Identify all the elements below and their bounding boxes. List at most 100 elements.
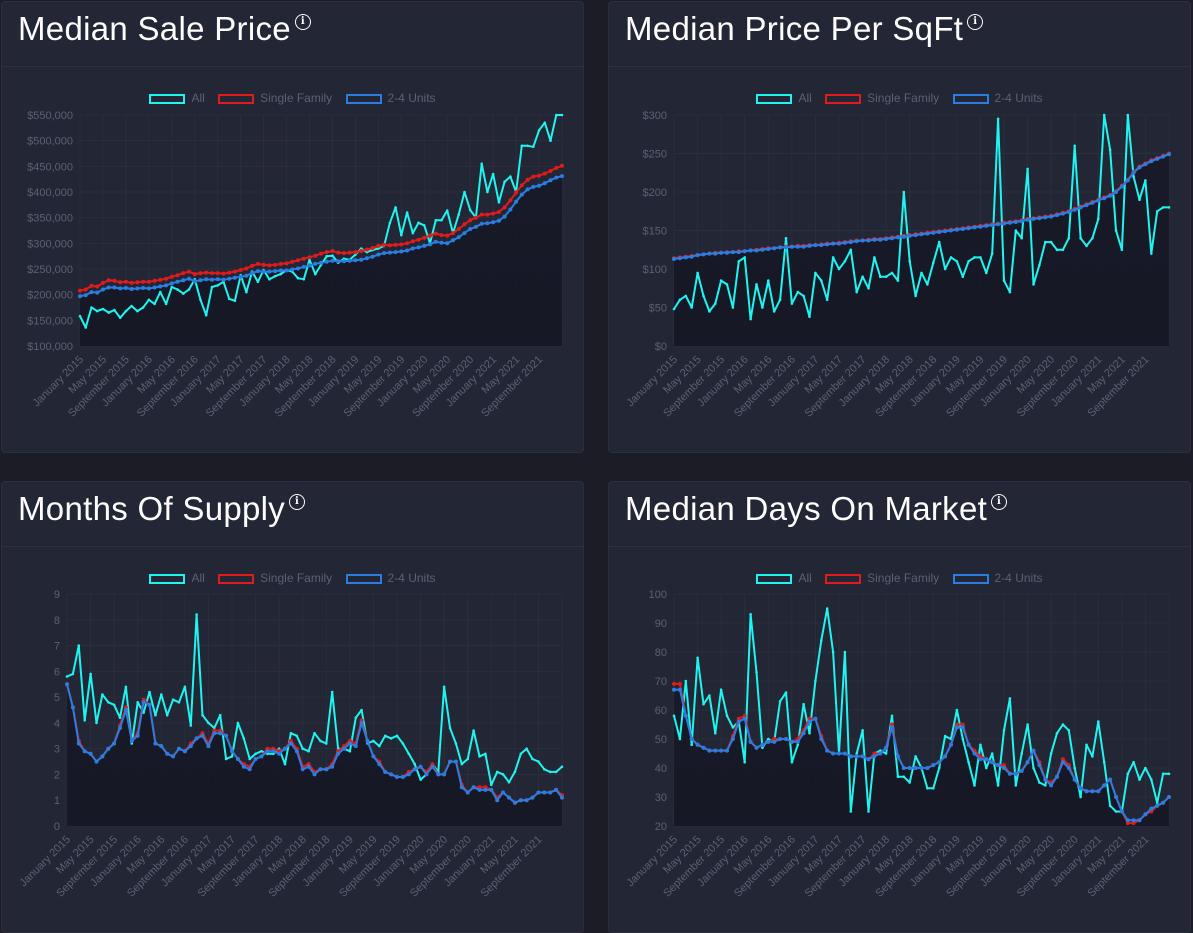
data-point[interactable] [926, 283, 929, 286]
data-point[interactable] [943, 229, 948, 234]
data-point[interactable] [843, 650, 847, 654]
data-point[interactable] [503, 180, 506, 183]
data-point[interactable] [920, 271, 923, 275]
data-point[interactable] [967, 760, 970, 764]
data-point[interactable] [254, 752, 257, 756]
data-point[interactable] [1002, 221, 1006, 226]
data-point[interactable] [707, 251, 712, 256]
data-point[interactable] [473, 224, 478, 229]
data-point[interactable] [954, 725, 959, 730]
data-point[interactable] [165, 713, 169, 717]
data-point[interactable] [831, 256, 835, 259]
data-point[interactable] [708, 310, 711, 313]
data-point[interactable] [364, 256, 369, 261]
data-point[interactable] [996, 222, 1001, 227]
data-point[interactable] [554, 787, 559, 792]
data-point[interactable] [204, 313, 208, 317]
data-point[interactable] [491, 220, 496, 225]
data-point[interactable] [405, 248, 410, 253]
data-point[interactable] [1043, 777, 1048, 782]
data-point[interactable] [966, 226, 971, 231]
data-point[interactable] [463, 190, 466, 194]
data-point[interactable] [395, 775, 399, 779]
data-point[interactable] [749, 317, 752, 321]
data-point[interactable] [300, 767, 305, 772]
data-point[interactable] [961, 275, 965, 279]
data-point[interactable] [189, 724, 193, 727]
data-point[interactable] [370, 246, 375, 250]
data-point[interactable] [70, 705, 75, 710]
data-point[interactable] [433, 231, 438, 236]
data-point[interactable] [82, 749, 87, 754]
data-point[interactable] [484, 752, 487, 756]
data-point[interactable] [1072, 207, 1077, 212]
data-point[interactable] [1085, 743, 1088, 747]
data-point[interactable] [525, 747, 528, 750]
data-point[interactable] [330, 690, 334, 694]
data-point[interactable] [466, 757, 470, 761]
data-point[interactable] [867, 287, 870, 290]
data-point[interactable] [354, 716, 358, 719]
data-point[interactable] [376, 243, 381, 248]
data-point[interactable] [913, 233, 918, 238]
data-point[interactable] [1167, 206, 1171, 209]
data-point[interactable] [1049, 752, 1053, 755]
data-point[interactable] [268, 278, 271, 281]
data-point[interactable] [713, 251, 718, 256]
data-point[interactable] [525, 187, 530, 192]
data-point[interactable] [136, 701, 139, 704]
data-point[interactable] [347, 250, 352, 255]
data-point[interactable] [453, 759, 458, 764]
data-point[interactable] [914, 294, 917, 298]
data-point[interactable] [485, 221, 490, 226]
data-point[interactable] [743, 760, 746, 764]
data-point[interactable] [136, 309, 139, 313]
data-point[interactable] [1090, 789, 1095, 794]
data-point[interactable] [1073, 766, 1076, 770]
data-point[interactable] [372, 739, 375, 743]
data-point[interactable] [937, 240, 941, 244]
data-point[interactable] [549, 139, 552, 142]
data-point[interactable] [1114, 795, 1118, 799]
data-point[interactable] [714, 302, 717, 305]
data-point[interactable] [949, 742, 953, 747]
data-point[interactable] [512, 800, 517, 805]
data-point[interactable] [1049, 240, 1053, 244]
data-point[interactable] [508, 207, 513, 212]
data-point[interactable] [383, 769, 388, 774]
data-point[interactable] [496, 210, 501, 214]
data-point[interactable] [1143, 812, 1148, 817]
data-point[interactable] [187, 276, 191, 281]
data-point[interactable] [454, 742, 458, 745]
data-point[interactable] [253, 757, 258, 761]
data-point[interactable] [271, 749, 276, 754]
data-point[interactable] [147, 298, 151, 302]
data-point[interactable] [542, 790, 547, 795]
data-point[interactable] [230, 755, 234, 758]
data-point[interactable] [519, 183, 524, 188]
data-point[interactable] [89, 290, 94, 295]
data-point[interactable] [118, 316, 122, 320]
data-point[interactable] [766, 739, 771, 744]
data-point[interactable] [519, 752, 523, 756]
data-point[interactable] [77, 644, 81, 647]
data-point[interactable] [1025, 760, 1030, 765]
data-point[interactable] [483, 787, 488, 792]
data-point[interactable] [848, 754, 853, 759]
data-point[interactable] [985, 271, 988, 275]
data-point[interactable] [914, 755, 917, 758]
data-point[interactable] [542, 181, 547, 186]
data-point[interactable] [296, 266, 300, 271]
data-point[interactable] [1031, 216, 1036, 221]
data-point[interactable] [177, 746, 181, 751]
data-point[interactable] [273, 274, 277, 278]
data-point[interactable] [296, 258, 300, 263]
data-point[interactable] [313, 731, 316, 735]
data-point[interactable] [359, 257, 364, 262]
data-point[interactable] [690, 306, 693, 309]
data-point[interactable] [410, 246, 415, 251]
data-point[interactable] [1014, 784, 1018, 787]
data-point[interactable] [854, 239, 859, 244]
data-point[interactable] [1138, 778, 1141, 781]
data-point[interactable] [1102, 113, 1106, 117]
